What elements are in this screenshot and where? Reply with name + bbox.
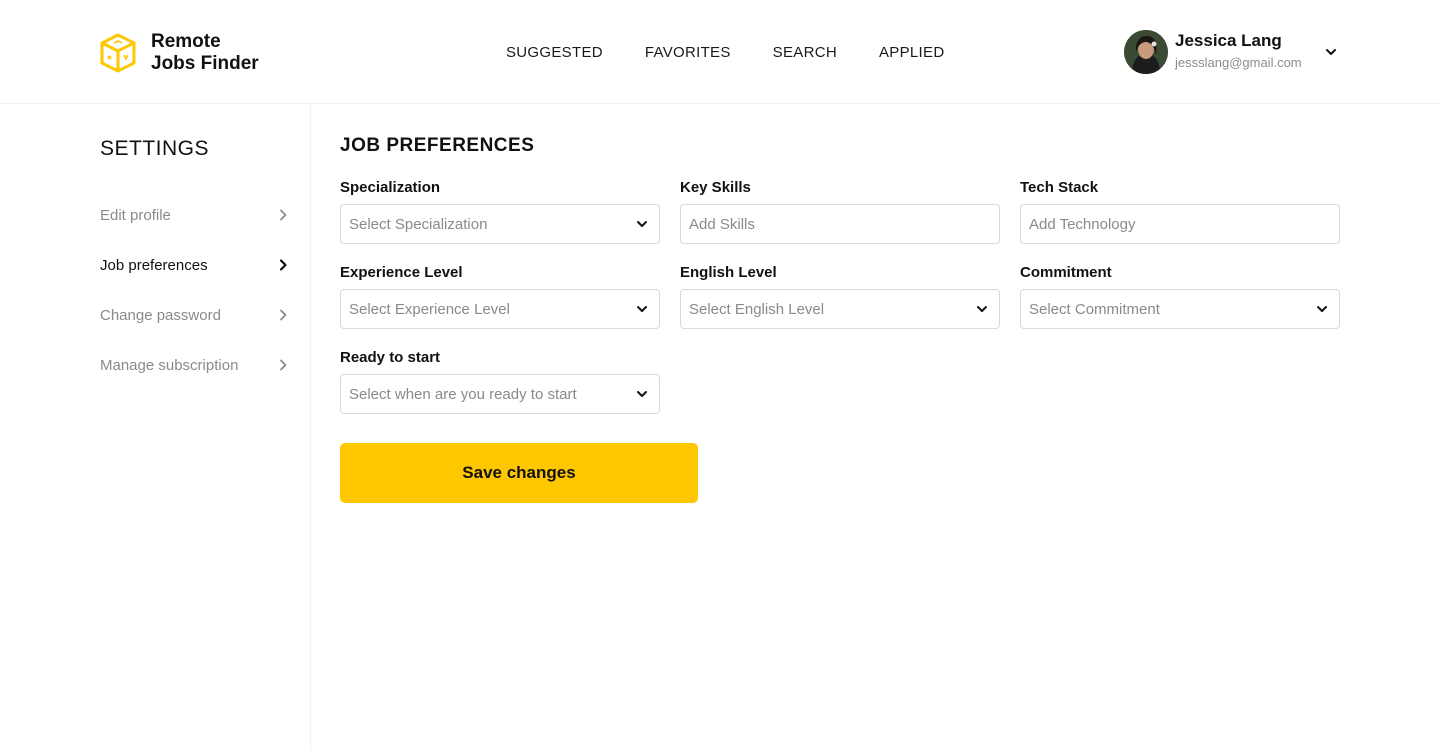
main-nav: SUGGESTED FAVORITES SEARCH APPLIED (506, 44, 944, 61)
key-skills-field: Key Skills (680, 177, 1000, 244)
cube-logo-icon (100, 33, 136, 73)
chevron-down-icon (977, 306, 987, 312)
experience-level-select[interactable]: Select Experience Level (340, 289, 660, 329)
select-placeholder: Select English Level (689, 300, 825, 318)
save-changes-button[interactable]: Save changes (340, 443, 698, 503)
ready-to-start-field: Ready to start Select when are you ready… (340, 347, 660, 414)
key-skills-input[interactable] (689, 215, 989, 233)
commitment-select[interactable]: Select Commitment (1020, 289, 1340, 329)
field-label: Commitment (1020, 264, 1112, 281)
sidebar-item-label: Edit profile (100, 206, 171, 224)
nav-suggested[interactable]: SUGGESTED (506, 44, 603, 61)
chevron-down-icon (637, 391, 647, 397)
select-placeholder: Select Experience Level (349, 300, 510, 318)
select-placeholder: Select Specialization (349, 215, 488, 233)
user-menu[interactable]: Jessica Lang jessslang@gmail.com (1124, 30, 1336, 74)
select-placeholder: Select when are you ready to start (349, 385, 577, 403)
sidebar-item-label: Change password (100, 306, 221, 324)
brand-name-line2: Jobs Finder (151, 53, 259, 74)
sidebar-item-label: Job preferences (100, 256, 208, 274)
chevron-down-icon (1317, 306, 1327, 312)
chevron-right-icon (280, 209, 287, 221)
settings-sidebar: SETTINGS Edit profile Job preferences Ch… (0, 104, 311, 750)
brand-name-line1: Remote (151, 31, 221, 52)
ready-to-start-select[interactable]: Select when are you ready to start (340, 374, 660, 414)
field-label: Key Skills (680, 179, 751, 196)
specialization-select[interactable]: Select Specialization (340, 204, 660, 244)
tech-stack-input[interactable] (1029, 215, 1329, 233)
field-label: Specialization (340, 179, 441, 196)
settings-menu: Edit profile Job preferences Change pass… (100, 202, 290, 402)
nav-favorites[interactable]: FAVORITES (645, 44, 731, 61)
specialization-field: Specialization Select Specialization (340, 177, 660, 244)
english-level-select[interactable]: Select English Level (680, 289, 1000, 329)
field-label: Tech Stack (1020, 179, 1099, 196)
sidebar-item-manage-subscription[interactable]: Manage subscription (100, 352, 290, 378)
commitment-field: Commitment Select Commitment (1020, 262, 1340, 329)
nav-search[interactable]: SEARCH (773, 44, 837, 61)
field-label: Experience Level (340, 264, 463, 281)
field-label: Ready to start (340, 349, 441, 366)
section-title: JOB PREFERENCES (340, 135, 535, 156)
chevron-down-icon[interactable] (1324, 45, 1338, 59)
chevron-right-icon (280, 309, 287, 321)
experience-level-field: Experience Level Select Experience Level (340, 262, 660, 329)
chevron-right-icon (279, 259, 287, 271)
field-label: English Level (680, 264, 777, 281)
nav-applied[interactable]: APPLIED (879, 44, 944, 61)
english-level-field: English Level Select English Level (680, 262, 1000, 329)
sidebar-item-change-password[interactable]: Change password (100, 302, 290, 328)
sidebar-item-label: Manage subscription (100, 356, 239, 374)
user-name: Jessica Lang (1175, 31, 1282, 50)
chevron-down-icon (637, 221, 647, 227)
sidebar-item-job-preferences[interactable]: Job preferences (100, 252, 290, 278)
avatar[interactable] (1124, 30, 1168, 74)
chevron-down-icon (637, 306, 647, 312)
brand-logo[interactable]: Remote Jobs Finder (99, 31, 259, 75)
key-skills-wrapper (680, 204, 1000, 244)
sidebar-item-edit-profile[interactable]: Edit profile (100, 202, 290, 228)
user-email: jessslang@gmail.com (1175, 55, 1302, 70)
brand-name: Remote Jobs Finder (151, 31, 259, 75)
select-placeholder: Select Commitment (1029, 300, 1160, 318)
chevron-right-icon (280, 359, 287, 371)
user-info: Jessica Lang jessslang@gmail.com (1175, 30, 1302, 70)
tech-stack-wrapper (1020, 204, 1340, 244)
top-header: Remote Jobs Finder SUGGESTED FAVORITES S… (0, 0, 1440, 104)
tech-stack-field: Tech Stack (1020, 177, 1340, 244)
settings-title: SETTINGS (100, 137, 210, 160)
